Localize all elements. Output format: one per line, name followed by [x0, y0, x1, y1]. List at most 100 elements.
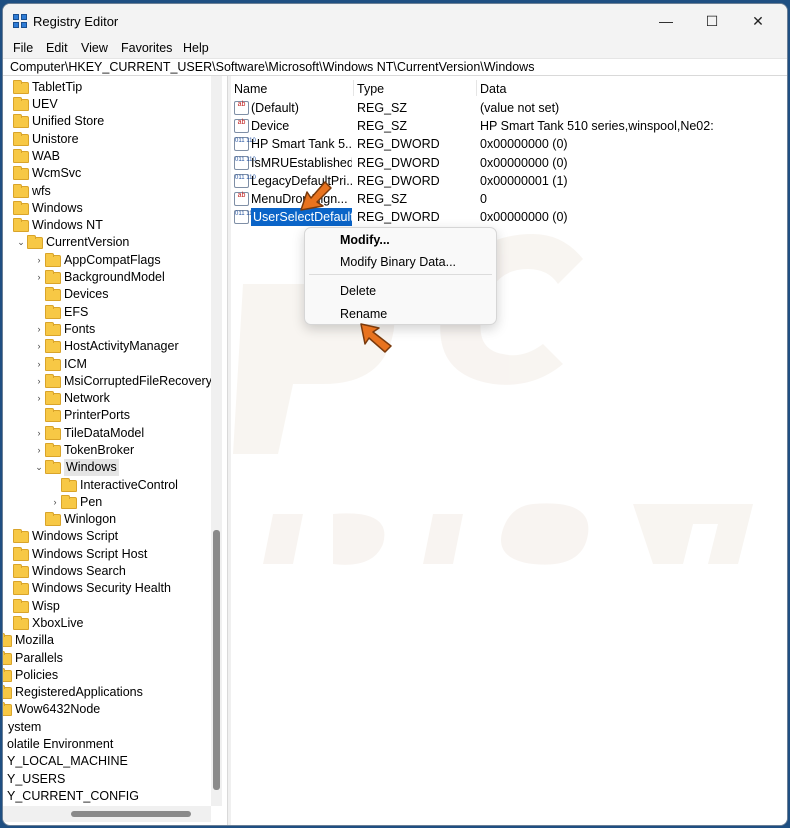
expanded-chevron-icon[interactable]: ⌄: [15, 234, 27, 251]
collapsed-chevron-icon[interactable]: ›: [33, 356, 45, 373]
window-title: Registry Editor: [33, 14, 119, 29]
tree-item[interactable]: olatile Environment: [7, 736, 113, 753]
folder-icon: [13, 131, 29, 146]
folder-icon: [45, 304, 61, 319]
tree-item[interactable]: Wow6432Node: [3, 701, 100, 718]
menu-view[interactable]: View: [81, 41, 108, 55]
tree-item[interactable]: Windows Search: [13, 563, 126, 580]
tree-item[interactable]: › BackgroundModel: [33, 269, 165, 286]
tree-item[interactable]: Windows Script: [13, 528, 118, 545]
tree-item-windows-selected[interactable]: ⌄ Windows: [33, 459, 119, 476]
tree-item[interactable]: › MsiCorruptedFileRecovery: [33, 373, 212, 390]
tree-item[interactable]: TabletTip: [13, 79, 82, 96]
collapsed-chevron-icon[interactable]: ›: [33, 269, 45, 286]
folder-icon: [45, 321, 61, 336]
tree-item[interactable]: EFS: [45, 304, 88, 321]
menu-edit[interactable]: Edit: [46, 41, 68, 55]
folder-icon: [3, 650, 12, 665]
minimize-button[interactable]: —: [643, 4, 689, 38]
tree-item[interactable]: › ICM: [33, 356, 87, 373]
menu-file[interactable]: File: [13, 41, 33, 55]
tree-item[interactable]: Unified Store: [13, 113, 104, 130]
column-header-data[interactable]: Data: [480, 82, 506, 96]
tree-item[interactable]: › Fonts: [33, 321, 95, 338]
collapsed-chevron-icon[interactable]: ›: [33, 338, 45, 355]
column-header-name[interactable]: Name: [234, 82, 267, 96]
folder-icon: [13, 113, 29, 128]
tree-item[interactable]: Devices: [45, 286, 108, 303]
collapsed-chevron-icon[interactable]: ›: [33, 390, 45, 407]
collapsed-chevron-icon[interactable]: ›: [49, 494, 61, 511]
collapsed-chevron-icon[interactable]: ›: [33, 373, 45, 390]
menu-item-modify[interactable]: Modify...: [340, 233, 390, 247]
menu-item-modify-binary-data[interactable]: Modify Binary Data...: [340, 255, 456, 269]
tree-item[interactable]: Windows Script Host: [13, 546, 147, 563]
collapsed-chevron-icon[interactable]: ›: [33, 425, 45, 442]
tree-item[interactable]: Unistore: [13, 131, 79, 148]
tree-item[interactable]: › Pen: [49, 494, 102, 511]
collapsed-chevron-icon[interactable]: ›: [33, 442, 45, 459]
tree-item[interactable]: Y_LOCAL_MACHINE: [7, 753, 128, 770]
tree-item[interactable]: XboxLive: [13, 615, 83, 632]
tree-item[interactable]: Winlogon: [45, 511, 116, 528]
column-divider[interactable]: [476, 80, 477, 96]
collapsed-chevron-icon[interactable]: ›: [33, 252, 45, 269]
menu-help[interactable]: Help: [183, 41, 209, 55]
tree-horizontal-scrollbar[interactable]: [3, 806, 211, 822]
tree-item[interactable]: Windows Security Health: [13, 580, 171, 597]
value-row[interactable]: 011 110 IsMRUEstablished REG_DWORD 0x0000…: [231, 154, 787, 172]
tree-item[interactable]: WAB: [13, 148, 60, 165]
binary-value-icon: 011 110: [234, 210, 256, 224]
tree-item[interactable]: › TokenBroker: [33, 442, 134, 459]
tree-item[interactable]: RegisteredApplications: [3, 684, 143, 701]
tree-vertical-scrollbar[interactable]: [211, 76, 222, 806]
close-button[interactable]: ✕: [735, 4, 781, 38]
title-bar: Registry Editor — ☐ ✕: [3, 4, 787, 38]
folder-icon: [45, 511, 61, 526]
tree-item[interactable]: › Network: [33, 390, 110, 407]
folder-icon: [45, 338, 61, 353]
value-row[interactable]: ab (Default) REG_SZ (value not set): [231, 99, 787, 117]
tree-item[interactable]: › HostActivityManager: [33, 338, 179, 355]
folder-icon: [13, 580, 29, 595]
tree-item[interactable]: wfs: [13, 183, 51, 200]
tree-item[interactable]: Y_CURRENT_CONFIG: [7, 788, 139, 805]
folder-icon: [45, 356, 61, 371]
tree-item[interactable]: PrinterPorts: [45, 407, 130, 424]
tree-item-windows-nt[interactable]: Windows NT: [13, 217, 103, 234]
tree-item[interactable]: › AppCompatFlags: [33, 252, 161, 269]
folder-icon: [45, 286, 61, 301]
binary-value-icon: 011 110: [234, 156, 256, 170]
tree-item[interactable]: Y_USERS: [7, 771, 65, 788]
registry-editor-window: Registry Editor — ☐ ✕ File Edit View Fav…: [2, 3, 788, 826]
tree-item[interactable]: ystem: [8, 719, 41, 736]
tree-item[interactable]: Windows: [13, 200, 83, 217]
tree-item[interactable]: InteractiveControl: [61, 477, 178, 494]
tree-item[interactable]: Wisp: [13, 598, 60, 615]
tree-item[interactable]: › TileDataModel: [33, 425, 144, 442]
folder-icon: [45, 407, 61, 422]
value-row[interactable]: ab Device REG_SZ HP Smart Tank 510 series…: [231, 117, 787, 135]
folder-icon: [27, 234, 43, 249]
folder-icon: [45, 373, 61, 388]
tree-item-currentversion[interactable]: ⌄ CurrentVersion: [15, 234, 129, 251]
folder-icon: [13, 598, 29, 613]
folder-icon: [13, 563, 29, 578]
value-row[interactable]: 011 110 HP Smart Tank 5... REG_DWORD 0x00…: [231, 135, 787, 153]
registry-editor-icon: [13, 14, 29, 30]
scrollbar-thumb[interactable]: [71, 811, 191, 817]
scrollbar-thumb[interactable]: [213, 530, 220, 790]
tree-item[interactable]: UEV: [13, 96, 58, 113]
column-header-type[interactable]: Type: [357, 82, 384, 96]
tree-item[interactable]: WcmSvc: [13, 165, 81, 182]
maximize-button[interactable]: ☐: [689, 4, 735, 38]
tree-item[interactable]: Parallels: [3, 650, 63, 667]
tree-item[interactable]: Mozilla: [3, 632, 54, 649]
tree-item[interactable]: Policies: [3, 667, 58, 684]
expanded-chevron-icon[interactable]: ⌄: [33, 459, 45, 476]
column-divider[interactable]: [353, 80, 354, 96]
address-bar[interactable]: Computer\HKEY_CURRENT_USER\Software\Micr…: [3, 58, 787, 76]
menu-item-delete[interactable]: Delete: [340, 284, 376, 298]
collapsed-chevron-icon[interactable]: ›: [33, 321, 45, 338]
menu-favorites[interactable]: Favorites: [121, 41, 172, 55]
